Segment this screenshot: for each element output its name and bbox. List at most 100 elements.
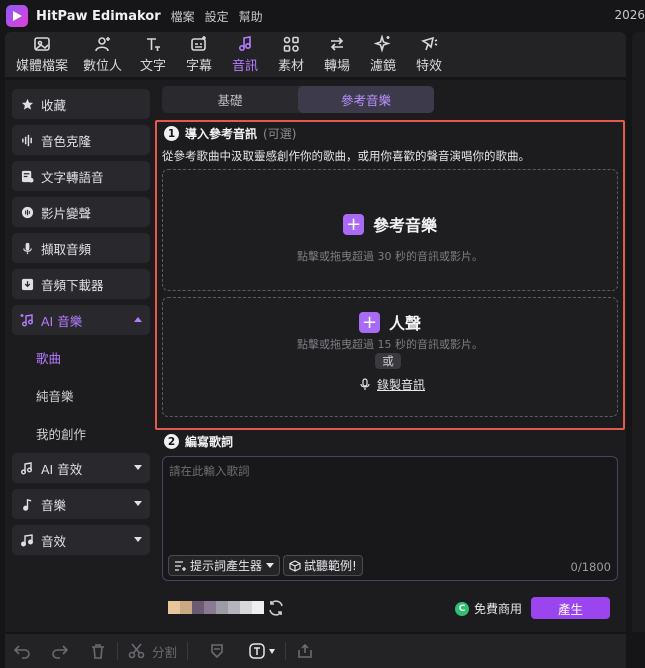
- mask-button[interactable]: [208, 642, 226, 660]
- filter-icon: [374, 35, 391, 53]
- step1-title: 1 導入參考音訊 (可選): [164, 125, 296, 142]
- microphone-icon: [360, 378, 370, 390]
- sidebar-item-voice-changer[interactable]: 影片變聲: [12, 197, 150, 227]
- sidebar-item-favorites[interactable]: 收藏: [12, 89, 150, 119]
- ai-music-icon: [20, 313, 34, 327]
- download-icon: [20, 277, 34, 291]
- add-icon: +: [359, 311, 380, 333]
- preview-panel-edge: [632, 32, 645, 632]
- vocal-hint: 點擊或拖曳超過 15 秒的音訊或影片。: [297, 338, 483, 351]
- star-icon: [20, 97, 34, 111]
- sound-effect-icon: [20, 533, 34, 547]
- upload-icon: [298, 643, 312, 658]
- prompt-list-icon: [175, 560, 186, 571]
- step-number-badge: 1: [164, 126, 179, 141]
- music-note-icon: [20, 497, 34, 511]
- voice-change-icon: [20, 205, 34, 219]
- effects-icon: [421, 36, 438, 51]
- prompt-generator-button[interactable]: 提示詞產生器: [168, 555, 281, 576]
- sidebar-item-text-to-speech[interactable]: 文字轉語音: [12, 161, 150, 191]
- refresh-icon[interactable]: [267, 599, 285, 617]
- tab-basic[interactable]: 基礎: [162, 86, 298, 113]
- tab-avatar[interactable]: 數位人: [75, 32, 130, 77]
- title-bar: HitPaw Edimakor 檔案 設定 幫助 2026: [0, 0, 645, 32]
- undo-icon: [13, 645, 30, 659]
- microphone-icon: [20, 241, 34, 255]
- sidebar-item-extract-audio[interactable]: 擷取音頻: [12, 233, 150, 263]
- text-tool-button[interactable]: [248, 642, 276, 660]
- reference-music-hint: 點擊或拖曳超過 30 秒的音訊或影片。: [297, 250, 483, 263]
- lyrics-input[interactable]: [163, 457, 617, 547]
- collapse-caret-icon: [134, 317, 142, 322]
- toolbar-divider: [117, 642, 118, 660]
- trash-icon: [92, 644, 104, 659]
- step-number-badge: 2: [164, 434, 179, 449]
- undo-button[interactable]: [13, 642, 31, 660]
- redo-button[interactable]: [51, 642, 69, 660]
- step2-title: 2 編寫歌詞: [164, 433, 233, 450]
- vocal-title: 人聲: [389, 314, 422, 333]
- vocal-dropzone[interactable]: + 人聲 點擊或拖曳超過 15 秒的音訊或影片。 或 錄製音訊: [162, 297, 618, 417]
- avatar-icon: [94, 37, 110, 52]
- dropdown-caret-icon: [269, 648, 276, 654]
- tab-effects[interactable]: 特效: [406, 32, 452, 77]
- export-clip-button[interactable]: [296, 642, 314, 660]
- tab-audio[interactable]: 音訊: [222, 32, 268, 77]
- menu-help[interactable]: 幫助: [239, 8, 263, 25]
- app-name: HitPaw Edimakor: [36, 8, 161, 24]
- generate-row: C 免費商用 產生: [162, 595, 618, 621]
- assets-icon: [283, 36, 299, 52]
- expand-caret-icon: [134, 465, 142, 470]
- lyrics-box: 提示詞產生器 試聽範例! 0/1800: [162, 456, 618, 581]
- tab-assets[interactable]: 素材: [268, 32, 314, 77]
- cube-icon: [289, 559, 301, 572]
- delete-button[interactable]: [89, 642, 107, 660]
- sample-lyrics-button[interactable]: 試聽範例!: [283, 555, 363, 576]
- reference-music-title: 參考音樂: [373, 216, 438, 235]
- app-logo-icon: [6, 5, 28, 27]
- generate-button[interactable]: 產生: [531, 597, 610, 619]
- toolbar-divider: [285, 642, 287, 660]
- text-icon: [147, 38, 160, 51]
- waveform-icon: [20, 133, 34, 147]
- mode-tabs: 基礎 參考音樂: [162, 86, 434, 113]
- toolbar-divider: [187, 642, 189, 660]
- optional-label: (可選): [263, 127, 297, 141]
- dropdown-caret-icon: [266, 563, 275, 568]
- sidebar-subitem-my-creations[interactable]: 我的創作: [36, 424, 86, 443]
- redo-icon: [52, 645, 69, 659]
- sidebar-item-ai-sfx[interactable]: AI 音效: [12, 453, 150, 483]
- tab-text[interactable]: 文字: [130, 32, 176, 77]
- ai-sfx-icon: [20, 461, 34, 475]
- tab-reference-music[interactable]: 參考音樂: [298, 86, 434, 113]
- record-audio-link[interactable]: 錄製音訊: [359, 376, 425, 393]
- reference-music-dropzone[interactable]: + 參考音樂 點擊或拖曳超過 30 秒的音訊或影片。: [162, 169, 618, 291]
- ai-music-panel: 基礎 參考音樂 1 導入參考音訊 (可選) 從參考歌曲中汲取靈感創作你的歌曲，或…: [154, 80, 626, 632]
- copyright-icon: C: [455, 601, 469, 616]
- shield-icon: [211, 644, 223, 659]
- sidebar-item-music[interactable]: 音樂: [12, 489, 150, 519]
- split-button[interactable]: 分割: [128, 642, 177, 661]
- free-commercial-use: C 免費商用: [455, 600, 522, 617]
- sidebar-subitem-instrumental[interactable]: 純音樂: [36, 386, 74, 405]
- audio-icon: [238, 36, 252, 52]
- text-to-speech-icon: [20, 169, 34, 183]
- media-icon: [34, 37, 50, 51]
- tab-filter[interactable]: 濾鏡: [360, 32, 406, 77]
- tab-media[interactable]: 媒體檔案: [9, 32, 75, 77]
- expand-caret-icon: [134, 537, 142, 542]
- sidebar-item-sound-effects[interactable]: 音效: [12, 525, 150, 555]
- audio-sidebar: 收藏 音色克隆 文字轉語音 影片變聲 擷取音頻 音頻下載器 AI 音樂 歌曲 純…: [5, 80, 154, 632]
- character-counter: 0/1800: [570, 560, 611, 574]
- sidebar-subitem-song[interactable]: 歌曲: [36, 348, 61, 367]
- menu-file[interactable]: 檔案: [171, 8, 195, 25]
- scissors-icon: [128, 643, 145, 659]
- sidebar-item-audio-downloader[interactable]: 音頻下載器: [12, 269, 150, 299]
- tab-subtitle[interactable]: 字幕: [176, 32, 222, 77]
- menu-settings[interactable]: 設定: [205, 8, 229, 25]
- sidebar-item-ai-music[interactable]: AI 音樂: [12, 305, 150, 335]
- sidebar-item-voice-clone[interactable]: 音色克隆: [12, 125, 150, 155]
- step1-description: 從參考歌曲中汲取靈感創作你的歌曲，或用你喜歡的聲音演唱你的歌曲。: [162, 149, 530, 163]
- top-toolbar: 媒體檔案 數位人 文字 字幕 音訊 素材 轉場 濾鏡 特效: [5, 32, 626, 77]
- tab-transition[interactable]: 轉場: [314, 32, 360, 77]
